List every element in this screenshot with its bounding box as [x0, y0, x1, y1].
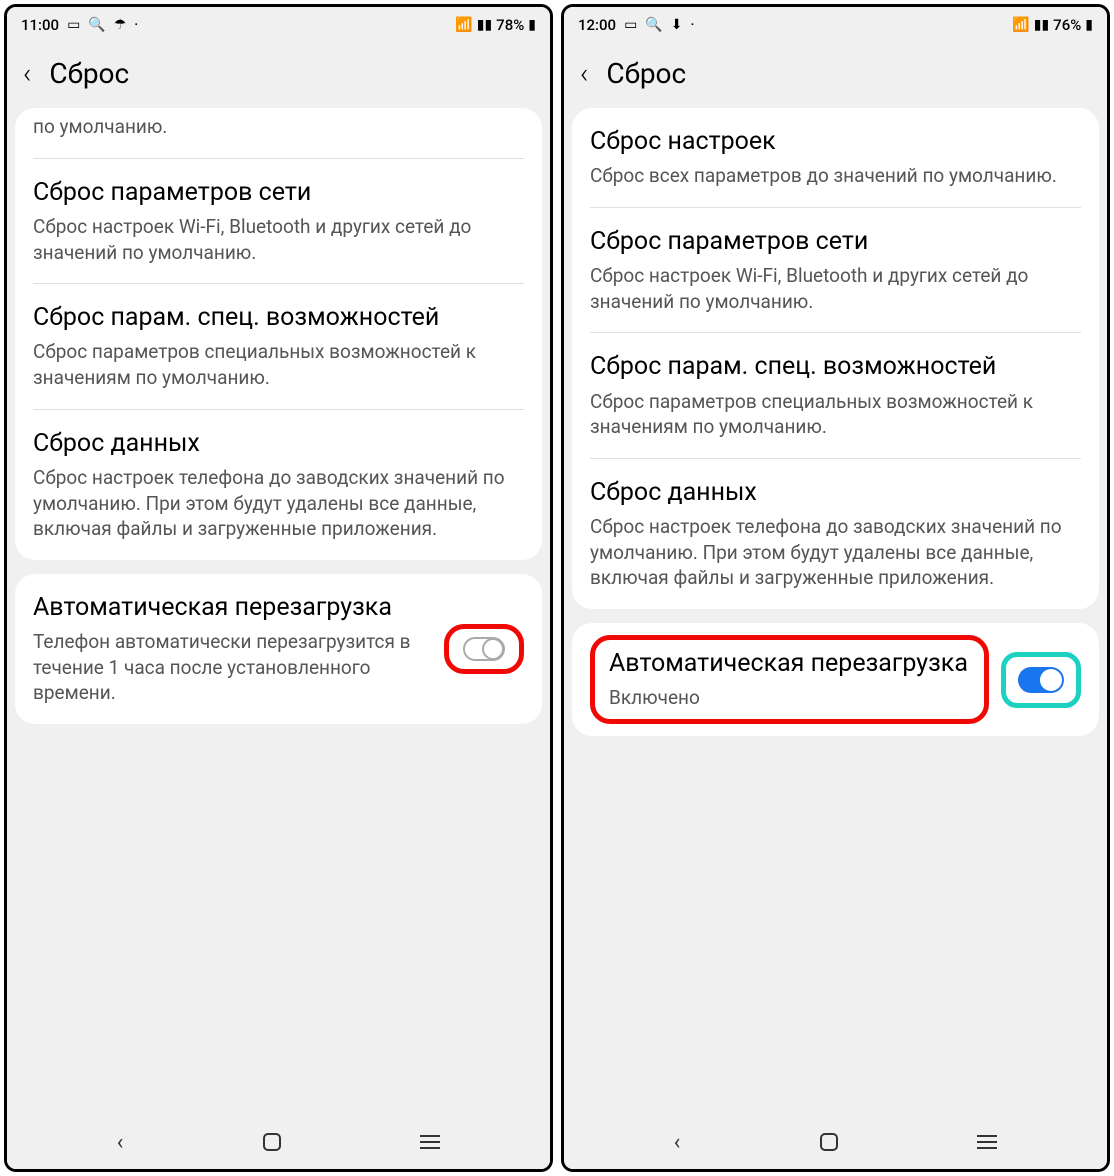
status-time: 11:00	[21, 16, 59, 34]
list-item-network-reset[interactable]: Сброс параметров сети Сброс настроек Wi-…	[590, 208, 1081, 334]
item-sub: Сброс настроек телефона до заводских зна…	[33, 465, 524, 542]
toggle-switch-on[interactable]	[1018, 667, 1064, 693]
item-title: Автоматическая перезагрузка	[609, 648, 970, 679]
nav-back-icon[interactable]: ‹	[674, 1130, 681, 1155]
signal-icon: ▮▮	[477, 17, 492, 33]
nav-back-icon[interactable]: ‹	[117, 1130, 124, 1155]
item-sub: Сброс параметров специальных возможносте…	[590, 389, 1081, 440]
download-icon: ⬇	[671, 17, 683, 33]
content: Сброс настроек Сброс всех параметров до …	[564, 108, 1107, 1115]
phone-right: 12:00 ▭ 🔍 ⬇ · 📶 ▮▮ 76% ▮ ‹ Сброс Сброс н…	[561, 4, 1110, 1172]
highlight-annotation-toggle	[1001, 652, 1081, 708]
page-title: Сброс	[49, 57, 129, 90]
battery-text: 78%	[496, 16, 524, 34]
status-bar: 12:00 ▭ 🔍 ⬇ · 📶 ▮▮ 76% ▮	[564, 7, 1107, 43]
auto-restart-card: Автоматическая перезагрузка Включено	[572, 623, 1099, 736]
item-title: Сброс парам. спец. возможностей	[590, 351, 1081, 382]
item-sub: Сброс настроек телефона до заводских зна…	[590, 514, 1081, 591]
highlight-annotation-text: Автоматическая перезагрузка Включено	[590, 635, 989, 724]
status-bar: 11:00 ▭ 🔍 ☂ · 📶 ▮▮ 78% ▮	[7, 7, 550, 43]
search-icon: 🔍	[88, 17, 105, 33]
nav-bar: ‹	[564, 1115, 1107, 1169]
item-title: Сброс данных	[33, 428, 524, 459]
list-item-network-reset[interactable]: Сброс параметров сети Сброс настроек Wi-…	[33, 159, 524, 285]
auto-restart-card: Автоматическая перезагрузка Телефон авто…	[15, 574, 542, 724]
item-title: Сброс парам. спец. возможностей	[33, 302, 524, 333]
item-sub: Включено	[609, 685, 970, 711]
auto-restart-item[interactable]: Автоматическая перезагрузка Телефон авто…	[33, 574, 524, 724]
item-title: Сброс данных	[590, 477, 1081, 508]
phone-left: 11:00 ▭ 🔍 ☂ · 📶 ▮▮ 78% ▮ ‹ Сброс по умол…	[4, 4, 553, 1172]
item-sub: Сброс всех параметров до значений по умо…	[590, 163, 1081, 189]
toggle-switch-off[interactable]	[463, 637, 505, 661]
item-sub: Сброс параметров специальных возможносте…	[33, 339, 524, 390]
battery-text: 76%	[1053, 16, 1081, 34]
list-item-settings-reset[interactable]: Сброс настроек Сброс всех параметров до …	[590, 108, 1081, 208]
highlight-annotation	[444, 624, 524, 674]
search-icon: 🔍	[645, 17, 662, 33]
list-item-data-reset[interactable]: Сброс данных Сброс настроек телефона до …	[33, 410, 524, 560]
header: ‹ Сброс	[7, 43, 550, 108]
dot-icon: ·	[134, 17, 138, 33]
list-item-accessibility-reset[interactable]: Сброс парам. спец. возможностей Сброс па…	[33, 284, 524, 410]
header: ‹ Сброс	[564, 43, 1107, 108]
item-title: Автоматическая перезагрузка	[33, 592, 432, 623]
battery-icon: ▮	[1085, 17, 1093, 33]
signal-icon: ▮▮	[1034, 17, 1049, 33]
wifi-icon: 📶	[455, 17, 472, 33]
item-sub: по умолчанию.	[33, 114, 524, 140]
item-sub: Телефон автоматически перезагрузится в т…	[33, 629, 432, 706]
list-item-accessibility-reset[interactable]: Сброс парам. спец. возможностей Сброс па…	[590, 333, 1081, 459]
nav-recents-icon[interactable]	[977, 1135, 997, 1149]
content: по умолчанию. Сброс параметров сети Сбро…	[7, 108, 550, 1115]
item-title: Сброс параметров сети	[33, 177, 524, 208]
list-item-partial[interactable]: по умолчанию.	[33, 108, 524, 159]
page-title: Сброс	[606, 57, 686, 90]
nav-recents-icon[interactable]	[420, 1135, 440, 1149]
settings-card: по умолчанию. Сброс параметров сети Сбро…	[15, 108, 542, 560]
status-time: 12:00	[578, 16, 616, 34]
image-icon: ▭	[624, 17, 637, 33]
image-icon: ▭	[67, 17, 80, 33]
wifi-icon: 📶	[1012, 17, 1029, 33]
nav-home-icon[interactable]	[820, 1133, 838, 1151]
settings-card: Сброс настроек Сброс всех параметров до …	[572, 108, 1099, 609]
battery-icon: ▮	[528, 17, 536, 33]
list-item-data-reset[interactable]: Сброс данных Сброс настроек телефона до …	[590, 459, 1081, 609]
back-icon[interactable]: ‹	[580, 60, 588, 88]
dot-icon: ·	[690, 17, 694, 33]
item-title: Сброс настроек	[590, 126, 1081, 157]
back-icon[interactable]: ‹	[23, 60, 31, 88]
nav-bar: ‹	[7, 1115, 550, 1169]
item-sub: Сброс настроек Wi-Fi, Bluetooth и других…	[33, 214, 524, 265]
item-sub: Сброс настроек Wi-Fi, Bluetooth и других…	[590, 263, 1081, 314]
item-title: Сброс параметров сети	[590, 226, 1081, 257]
umbrella-icon: ☂	[114, 17, 127, 33]
auto-restart-item[interactable]: Автоматическая перезагрузка Включено	[590, 623, 1081, 736]
nav-home-icon[interactable]	[263, 1133, 281, 1151]
